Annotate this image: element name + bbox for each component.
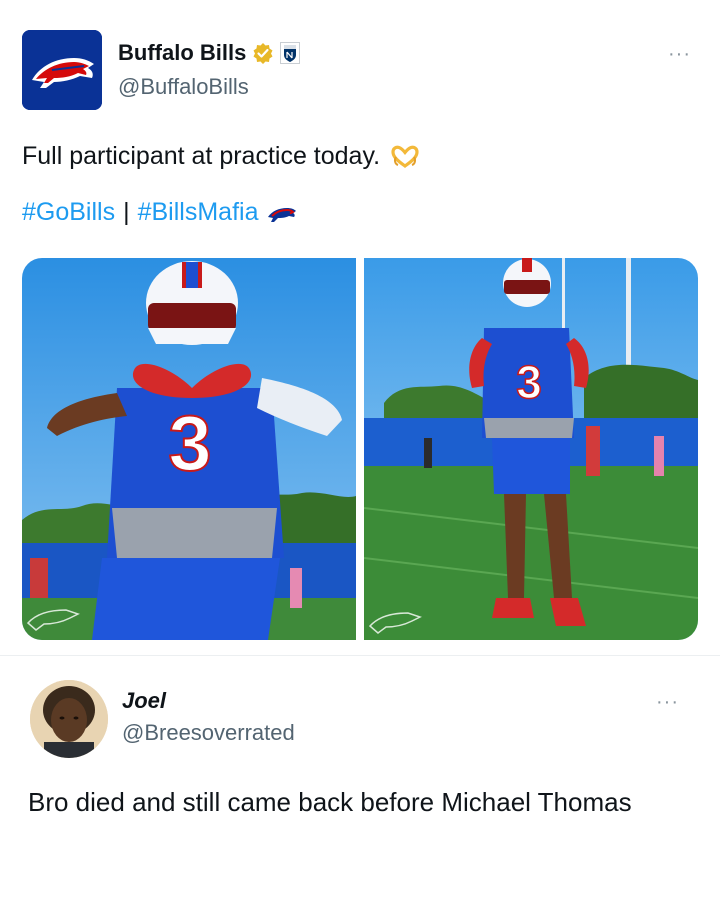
buffalo-bills-avatar[interactable] [22, 30, 102, 110]
post-media-grid: 3 3 [22, 258, 698, 640]
post-divider [0, 655, 720, 656]
author-display-name[interactable]: Buffalo Bills [118, 40, 246, 66]
post-text-row: Full participant at practice today. [22, 142, 420, 171]
reply-text: Bro died and still came back before Mich… [28, 787, 632, 817]
reply-avatar-image [30, 680, 108, 758]
bills-hashflag-icon [268, 207, 297, 222]
svg-text:3: 3 [516, 356, 542, 408]
gold-verified-icon [253, 43, 273, 64]
hashtag-gobills[interactable]: #GoBills [22, 198, 115, 227]
nfl-shield-icon [280, 42, 301, 64]
heart-hands-emoji-icon [391, 145, 419, 168]
hashtag-row: #GoBills | #BillsMafia [22, 198, 298, 227]
reply-display-name[interactable]: Joel [122, 688, 166, 714]
hashtag-separator: | [123, 198, 130, 226]
post-more-options-button[interactable]: ··· [668, 44, 691, 64]
player-heart-image: 3 [22, 258, 356, 640]
player-field-photo[interactable]: 3 [364, 258, 698, 640]
charging-buffalo-logo-icon [22, 30, 102, 110]
player-heart-photo[interactable]: 3 [22, 258, 356, 640]
reply-author-avatar[interactable] [30, 680, 108, 758]
author-name-row: Buffalo Bills [118, 38, 301, 68]
post-text: Full participant at practice today. [22, 142, 381, 170]
player-field-image: 3 [364, 258, 698, 640]
reply-handle[interactable]: @Breesoverrated [122, 720, 295, 746]
svg-text:3: 3 [168, 399, 211, 487]
reply-more-options-button[interactable]: ··· [656, 692, 679, 712]
author-handle[interactable]: @BuffaloBills [118, 74, 249, 100]
hashtag-billsmafia[interactable]: #BillsMafia [138, 198, 259, 227]
